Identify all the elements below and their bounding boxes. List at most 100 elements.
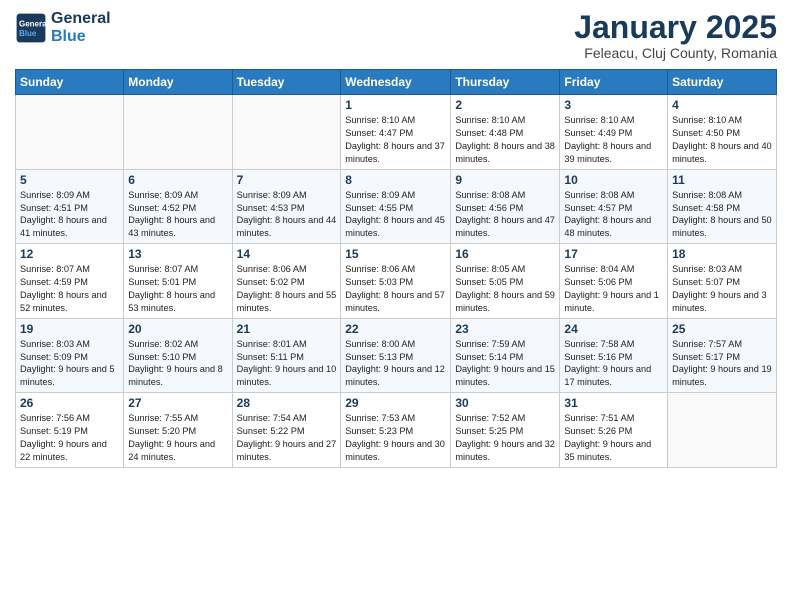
day-number: 19 <box>20 322 119 336</box>
day-cell: 6Sunrise: 8:09 AMSunset: 4:52 PMDaylight… <box>124 169 232 244</box>
header: General Blue General Blue January 2025 F… <box>15 10 777 61</box>
logo-general: General <box>51 10 111 28</box>
day-number: 17 <box>564 247 663 261</box>
svg-text:Blue: Blue <box>19 29 37 38</box>
day-cell: 7 Sunrise: 8:09 AMSunset: 4:53 PMDaylight… <box>232 169 341 244</box>
day-number: 20 <box>128 322 227 336</box>
day-number: 31 <box>564 396 663 410</box>
day-number: 3 <box>564 98 663 112</box>
day-cell <box>124 95 232 170</box>
day-number: 23 <box>455 322 555 336</box>
day-number: 13 <box>128 247 227 261</box>
day-cell: 23Sunrise: 7:59 AMSunset: 5:14 PMDayligh… <box>451 318 560 393</box>
day-cell: 22 Sunrise: 8:00 AMSunset: 5:13 PMDayligh… <box>341 318 451 393</box>
day-number: 18 <box>672 247 772 261</box>
day-cell: 11 Sunrise: 8:08 AMSunset: 4:58 PMDayligh… <box>668 169 777 244</box>
day-cell: 9Sunrise: 8:08 AMSunset: 4:56 PMDaylight… <box>451 169 560 244</box>
day-info: Sunrise: 8:10 AMSunset: 4:48 PMDaylight:… <box>455 114 555 166</box>
weekday-header-tuesday: Tuesday <box>232 70 341 95</box>
day-info: Sunrise: 8:09 AMSunset: 4:51 PMDaylight:… <box>20 189 119 241</box>
day-number: 22 <box>345 322 446 336</box>
day-info: Sunrise: 8:09 AMSunset: 4:53 PMDaylight:… <box>237 189 337 241</box>
title-block: January 2025 Feleacu, Cluj County, Roman… <box>574 10 777 61</box>
day-info: Sunrise: 7:57 AMSunset: 5:17 PMDaylight:… <box>672 338 772 390</box>
day-number: 27 <box>128 396 227 410</box>
weekday-header-friday: Friday <box>560 70 668 95</box>
day-number: 28 <box>237 396 337 410</box>
day-number: 14 <box>237 247 337 261</box>
day-cell: 8Sunrise: 8:09 AMSunset: 4:55 PMDaylight… <box>341 169 451 244</box>
day-info: Sunrise: 8:06 AMSunset: 5:03 PMDaylight:… <box>345 263 446 315</box>
location-subtitle: Feleacu, Cluj County, Romania <box>574 45 777 61</box>
day-number: 7 <box>237 173 337 187</box>
day-cell: 10Sunrise: 8:08 AMSunset: 4:57 PMDayligh… <box>560 169 668 244</box>
weekday-header-sunday: Sunday <box>16 70 124 95</box>
weekday-header-saturday: Saturday <box>668 70 777 95</box>
day-cell: 28 Sunrise: 7:54 AMSunset: 5:22 PMDayligh… <box>232 393 341 468</box>
day-info: Sunrise: 8:07 AMSunset: 4:59 PMDaylight:… <box>20 263 119 315</box>
day-number: 26 <box>20 396 119 410</box>
day-cell: 14 Sunrise: 8:06 AMSunset: 5:02 PMDayligh… <box>232 244 341 319</box>
day-cell: 24Sunrise: 7:58 AMSunset: 5:16 PMDayligh… <box>560 318 668 393</box>
day-info: Sunrise: 7:51 AMSunset: 5:26 PMDaylight:… <box>564 412 663 464</box>
day-info: Sunrise: 7:52 AMSunset: 5:25 PMDaylight:… <box>455 412 555 464</box>
day-info: Sunrise: 7:54 AMSunset: 5:22 PMDaylight:… <box>237 412 337 464</box>
day-number: 2 <box>455 98 555 112</box>
week-row-1: 1 Sunrise: 8:10 AMSunset: 4:47 PMDaylight… <box>16 95 777 170</box>
day-number: 25 <box>672 322 772 336</box>
day-cell: 30 Sunrise: 7:52 AMSunset: 5:25 PMDayligh… <box>451 393 560 468</box>
page: General Blue General Blue January 2025 F… <box>0 0 792 612</box>
day-cell: 3 Sunrise: 8:10 AMSunset: 4:49 PMDaylight… <box>560 95 668 170</box>
day-info: Sunrise: 8:01 AMSunset: 5:11 PMDaylight:… <box>237 338 337 390</box>
day-cell: 21Sunrise: 8:01 AMSunset: 5:11 PMDayligh… <box>232 318 341 393</box>
day-cell: 18 Sunrise: 8:03 AMSunset: 5:07 PMDayligh… <box>668 244 777 319</box>
day-number: 6 <box>128 173 227 187</box>
day-info: Sunrise: 8:03 AMSunset: 5:09 PMDaylight:… <box>20 338 119 390</box>
day-info: Sunrise: 8:08 AMSunset: 4:56 PMDaylight:… <box>455 189 555 241</box>
day-number: 15 <box>345 247 446 261</box>
day-number: 1 <box>345 98 446 112</box>
day-number: 16 <box>455 247 555 261</box>
day-info: Sunrise: 7:53 AMSunset: 5:23 PMDaylight:… <box>345 412 446 464</box>
day-number: 12 <box>20 247 119 261</box>
day-number: 11 <box>672 173 772 187</box>
day-cell: 2 Sunrise: 8:10 AMSunset: 4:48 PMDaylight… <box>451 95 560 170</box>
logo: General Blue General Blue <box>15 10 111 45</box>
day-number: 5 <box>20 173 119 187</box>
weekday-header-monday: Monday <box>124 70 232 95</box>
day-cell: 29 Sunrise: 7:53 AMSunset: 5:23 PMDayligh… <box>341 393 451 468</box>
logo-icon: General Blue <box>15 12 47 44</box>
day-cell: 25 Sunrise: 7:57 AMSunset: 5:17 PMDayligh… <box>668 318 777 393</box>
day-number: 4 <box>672 98 772 112</box>
day-info: Sunrise: 8:06 AMSunset: 5:02 PMDaylight:… <box>237 263 337 315</box>
day-cell: 17Sunrise: 8:04 AMSunset: 5:06 PMDayligh… <box>560 244 668 319</box>
day-info: Sunrise: 8:08 AMSunset: 4:58 PMDaylight:… <box>672 189 772 241</box>
day-cell: 15 Sunrise: 8:06 AMSunset: 5:03 PMDayligh… <box>341 244 451 319</box>
week-row-5: 26Sunrise: 7:56 AMSunset: 5:19 PMDayligh… <box>16 393 777 468</box>
day-cell: 4Sunrise: 8:10 AMSunset: 4:50 PMDaylight… <box>668 95 777 170</box>
day-info: Sunrise: 8:02 AMSunset: 5:10 PMDaylight:… <box>128 338 227 390</box>
day-info: Sunrise: 8:00 AMSunset: 5:13 PMDaylight:… <box>345 338 446 390</box>
week-row-3: 12 Sunrise: 8:07 AMSunset: 4:59 PMDayligh… <box>16 244 777 319</box>
day-cell: 19 Sunrise: 8:03 AMSunset: 5:09 PMDayligh… <box>16 318 124 393</box>
weekday-header-thursday: Thursday <box>451 70 560 95</box>
day-number: 8 <box>345 173 446 187</box>
day-number: 29 <box>345 396 446 410</box>
weekday-header-wednesday: Wednesday <box>341 70 451 95</box>
day-info: Sunrise: 8:03 AMSunset: 5:07 PMDaylight:… <box>672 263 772 315</box>
day-cell <box>232 95 341 170</box>
day-cell: 27Sunrise: 7:55 AMSunset: 5:20 PMDayligh… <box>124 393 232 468</box>
svg-text:General: General <box>19 19 47 28</box>
weekday-header-row: SundayMondayTuesdayWednesdayThursdayFrid… <box>16 70 777 95</box>
day-info: Sunrise: 8:08 AMSunset: 4:57 PMDaylight:… <box>564 189 663 241</box>
month-title: January 2025 <box>574 10 777 45</box>
day-cell <box>16 95 124 170</box>
day-cell <box>668 393 777 468</box>
day-cell: 13Sunrise: 8:07 AMSunset: 5:01 PMDayligh… <box>124 244 232 319</box>
logo-blue: Blue <box>51 28 111 46</box>
day-info: Sunrise: 8:10 AMSunset: 4:49 PMDaylight:… <box>564 114 663 166</box>
day-cell: 16Sunrise: 8:05 AMSunset: 5:05 PMDayligh… <box>451 244 560 319</box>
day-number: 30 <box>455 396 555 410</box>
day-number: 24 <box>564 322 663 336</box>
day-info: Sunrise: 8:10 AMSunset: 4:47 PMDaylight:… <box>345 114 446 166</box>
